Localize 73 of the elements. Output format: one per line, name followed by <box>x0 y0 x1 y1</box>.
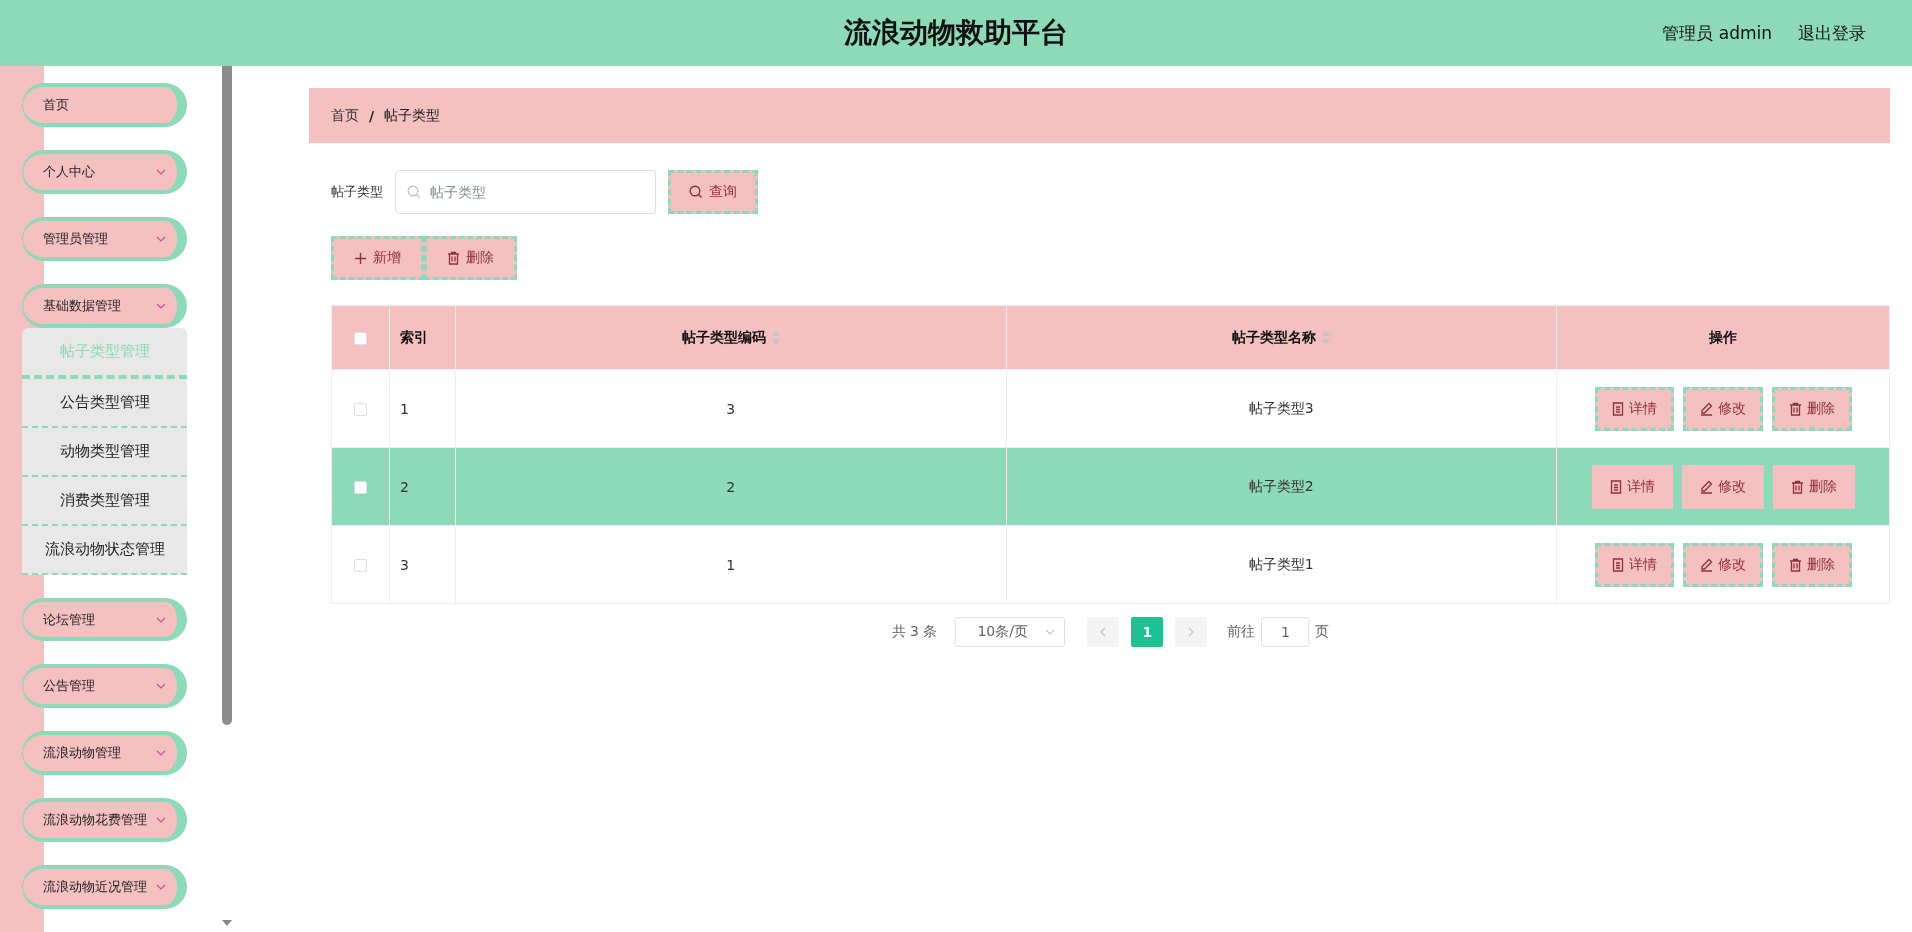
menu-item[interactable]: 管理员管理 <box>22 216 187 261</box>
trash-icon <box>447 251 460 265</box>
delete-button[interactable]: 删除 <box>1771 386 1852 431</box>
sort-icon[interactable] <box>1322 331 1331 344</box>
table-cell: 帖子类型3 <box>1248 399 1314 416</box>
submenu-item[interactable]: 流浪动物状态管理 <box>22 525 187 575</box>
table-cell: 1 <box>400 400 409 417</box>
column-header: 索引 <box>400 328 428 345</box>
submenu-item[interactable]: 动物类型管理 <box>22 427 187 477</box>
trash-icon <box>1788 401 1802 416</box>
menu-item[interactable]: 流浪动物管理 <box>22 731 187 776</box>
delete-button[interactable]: 删除 <box>424 236 517 280</box>
column-header[interactable]: 帖子类型名称 <box>1232 328 1317 345</box>
user-label: 管理员 admin <box>1662 21 1772 45</box>
search-field[interactable]: 帖子类型 <box>395 170 656 214</box>
plus-icon <box>354 251 367 265</box>
edit-button[interactable]: 修改 <box>1681 464 1764 509</box>
pencil-icon <box>1699 401 1713 416</box>
menu-item[interactable]: 个人中心 <box>22 149 187 194</box>
breadcrumb-item: 帖子类型 <box>384 106 441 125</box>
detail-button[interactable]: 详情 <box>1594 386 1674 431</box>
prev-page-button[interactable] <box>1087 617 1120 647</box>
menu-item[interactable]: 流浪动物近况管理 <box>22 865 187 909</box>
logout-link[interactable]: 退出登录 <box>1798 21 1866 45</box>
submenu-item[interactable]: 消费类型管理 <box>22 476 187 526</box>
row-checkbox[interactable] <box>354 403 367 416</box>
scroll-down-icon[interactable] <box>222 920 232 926</box>
search-button[interactable]: 查询 <box>668 170 758 214</box>
table-cell: 1 <box>726 556 736 573</box>
total-count: 共 3 条 <box>891 623 938 641</box>
edit-button[interactable]: 修改 <box>1682 542 1763 587</box>
table-cell: 3 <box>400 556 409 573</box>
document-icon <box>1611 557 1624 572</box>
menu-item[interactable]: 基础数据管理 <box>22 283 187 328</box>
delete-button[interactable]: 删除 <box>1772 464 1855 509</box>
next-page-button[interactable] <box>1175 617 1208 647</box>
delete-button[interactable]: 删除 <box>1771 542 1852 587</box>
document-icon <box>1609 479 1622 494</box>
trash-icon <box>1790 479 1804 494</box>
menu-item[interactable]: 流浪动物花费管理 <box>22 798 187 843</box>
select-all-checkbox[interactable] <box>354 332 367 345</box>
menu-item[interactable]: 论坛管理 <box>22 597 187 642</box>
trash-icon <box>1788 557 1802 572</box>
menu-item[interactable]: 公告管理 <box>22 664 187 709</box>
search-icon <box>689 185 703 199</box>
table-cell: 2 <box>726 478 736 495</box>
search-label: 帖子类型 <box>331 183 383 201</box>
goto-label: 前往 <box>1227 623 1256 641</box>
table-cell: 3 <box>726 400 736 417</box>
detail-button[interactable]: 详情 <box>1591 464 1673 509</box>
table-cell: 帖子类型1 <box>1248 555 1314 572</box>
table-cell: 2 <box>400 478 409 495</box>
detail-button[interactable]: 详情 <box>1594 542 1674 587</box>
column-header[interactable]: 帖子类型编码 <box>681 328 766 345</box>
page-suffix: 页 <box>1315 623 1330 641</box>
pencil-icon <box>1699 557 1713 572</box>
app-title: 流浪动物救助平台 <box>844 15 1068 51</box>
goto-page-field[interactable]: 1 <box>1261 617 1310 647</box>
menu-item[interactable]: 首页 <box>22 83 187 127</box>
column-header: 操作 <box>1709 328 1737 345</box>
scrollbar[interactable] <box>222 66 232 725</box>
row-checkbox[interactable] <box>354 481 367 494</box>
row-checkbox[interactable] <box>354 559 367 572</box>
document-icon <box>1611 401 1624 416</box>
breadcrumb-item[interactable]: 首页 <box>331 106 359 125</box>
breadcrumb-separator: / <box>369 107 375 124</box>
pencil-icon <box>1699 479 1713 494</box>
page-size-select[interactable]: 10条/页 <box>955 617 1066 647</box>
add-button[interactable]: 新增 <box>331 236 424 280</box>
submenu-item[interactable]: 公告类型管理 <box>22 378 187 428</box>
sort-icon[interactable] <box>771 331 780 344</box>
table-cell: 帖子类型2 <box>1248 477 1314 494</box>
edit-button[interactable]: 修改 <box>1682 386 1763 431</box>
